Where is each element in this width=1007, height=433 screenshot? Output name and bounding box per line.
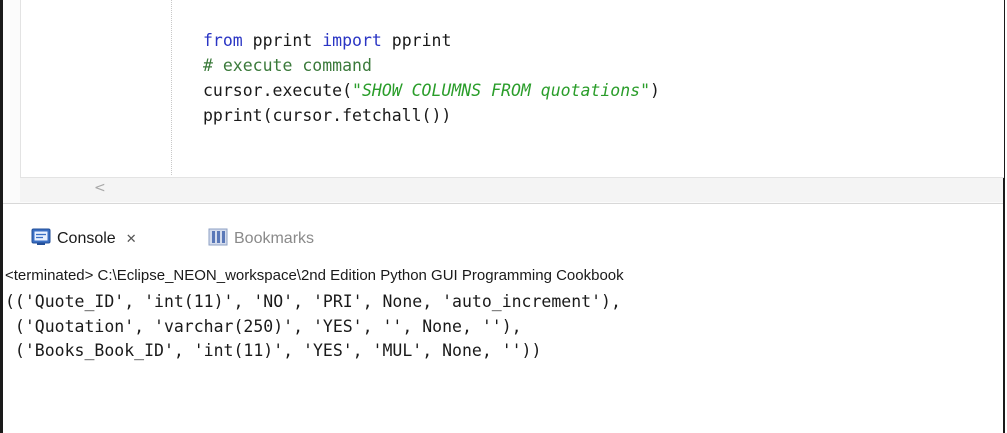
code-block[interactable]: from pprint import pprint # execute comm… xyxy=(203,28,660,128)
horizontal-scrollbar[interactable]: < xyxy=(20,178,1003,202)
console-output-line: ('Books_Book_ID', 'int(11)', 'YES', 'MUL… xyxy=(5,341,542,360)
console-output-line: ('Quotation', 'varchar(250)', 'YES', '',… xyxy=(5,316,522,336)
code-line-3: cursor.execute("SHOW COLUMNS FROM quotat… xyxy=(203,81,660,100)
tab-console-label: Console xyxy=(57,230,116,247)
code-string: "SHOW COLUMNS FROM quotations" xyxy=(352,81,651,100)
close-icon[interactable]: ✕ xyxy=(126,231,137,247)
console-icon xyxy=(31,228,51,251)
tab-bookmarks[interactable]: Bookmarks xyxy=(208,227,314,251)
tab-bookmarks-label: Bookmarks xyxy=(234,230,315,247)
console-status-line: <terminated> C:\Eclipse_NEON_workspace\2… xyxy=(5,267,624,284)
code-line-4: pprint(cursor.fetchall()) xyxy=(203,106,452,125)
bookmarks-icon xyxy=(208,228,228,251)
code-text: pprint xyxy=(381,31,452,50)
keyword-import: import xyxy=(322,31,382,50)
code-text: cursor.execute( xyxy=(203,81,353,100)
code-text: pprint xyxy=(242,31,323,50)
console-output[interactable]: (('Quote_ID', 'int(11)', 'NO', 'PRI', No… xyxy=(5,290,621,364)
keyword-from: from xyxy=(203,31,243,50)
code-text: ) xyxy=(650,81,660,100)
code-line-1: from pprint import pprint xyxy=(203,31,451,50)
console-output-line: (('Quote_ID', 'int(11)', 'NO', 'PRI', No… xyxy=(5,292,621,311)
code-editor[interactable]: from pprint import pprint # execute comm… xyxy=(3,0,1004,204)
code-line-2-comment: # execute command xyxy=(203,56,372,75)
view-tab-bar: Console ✕ Bookmarks xyxy=(3,212,1003,262)
tab-console[interactable]: Console ✕ xyxy=(31,227,137,251)
scroll-left-arrow-icon[interactable]: < xyxy=(94,180,106,196)
indent-guide xyxy=(171,0,173,175)
